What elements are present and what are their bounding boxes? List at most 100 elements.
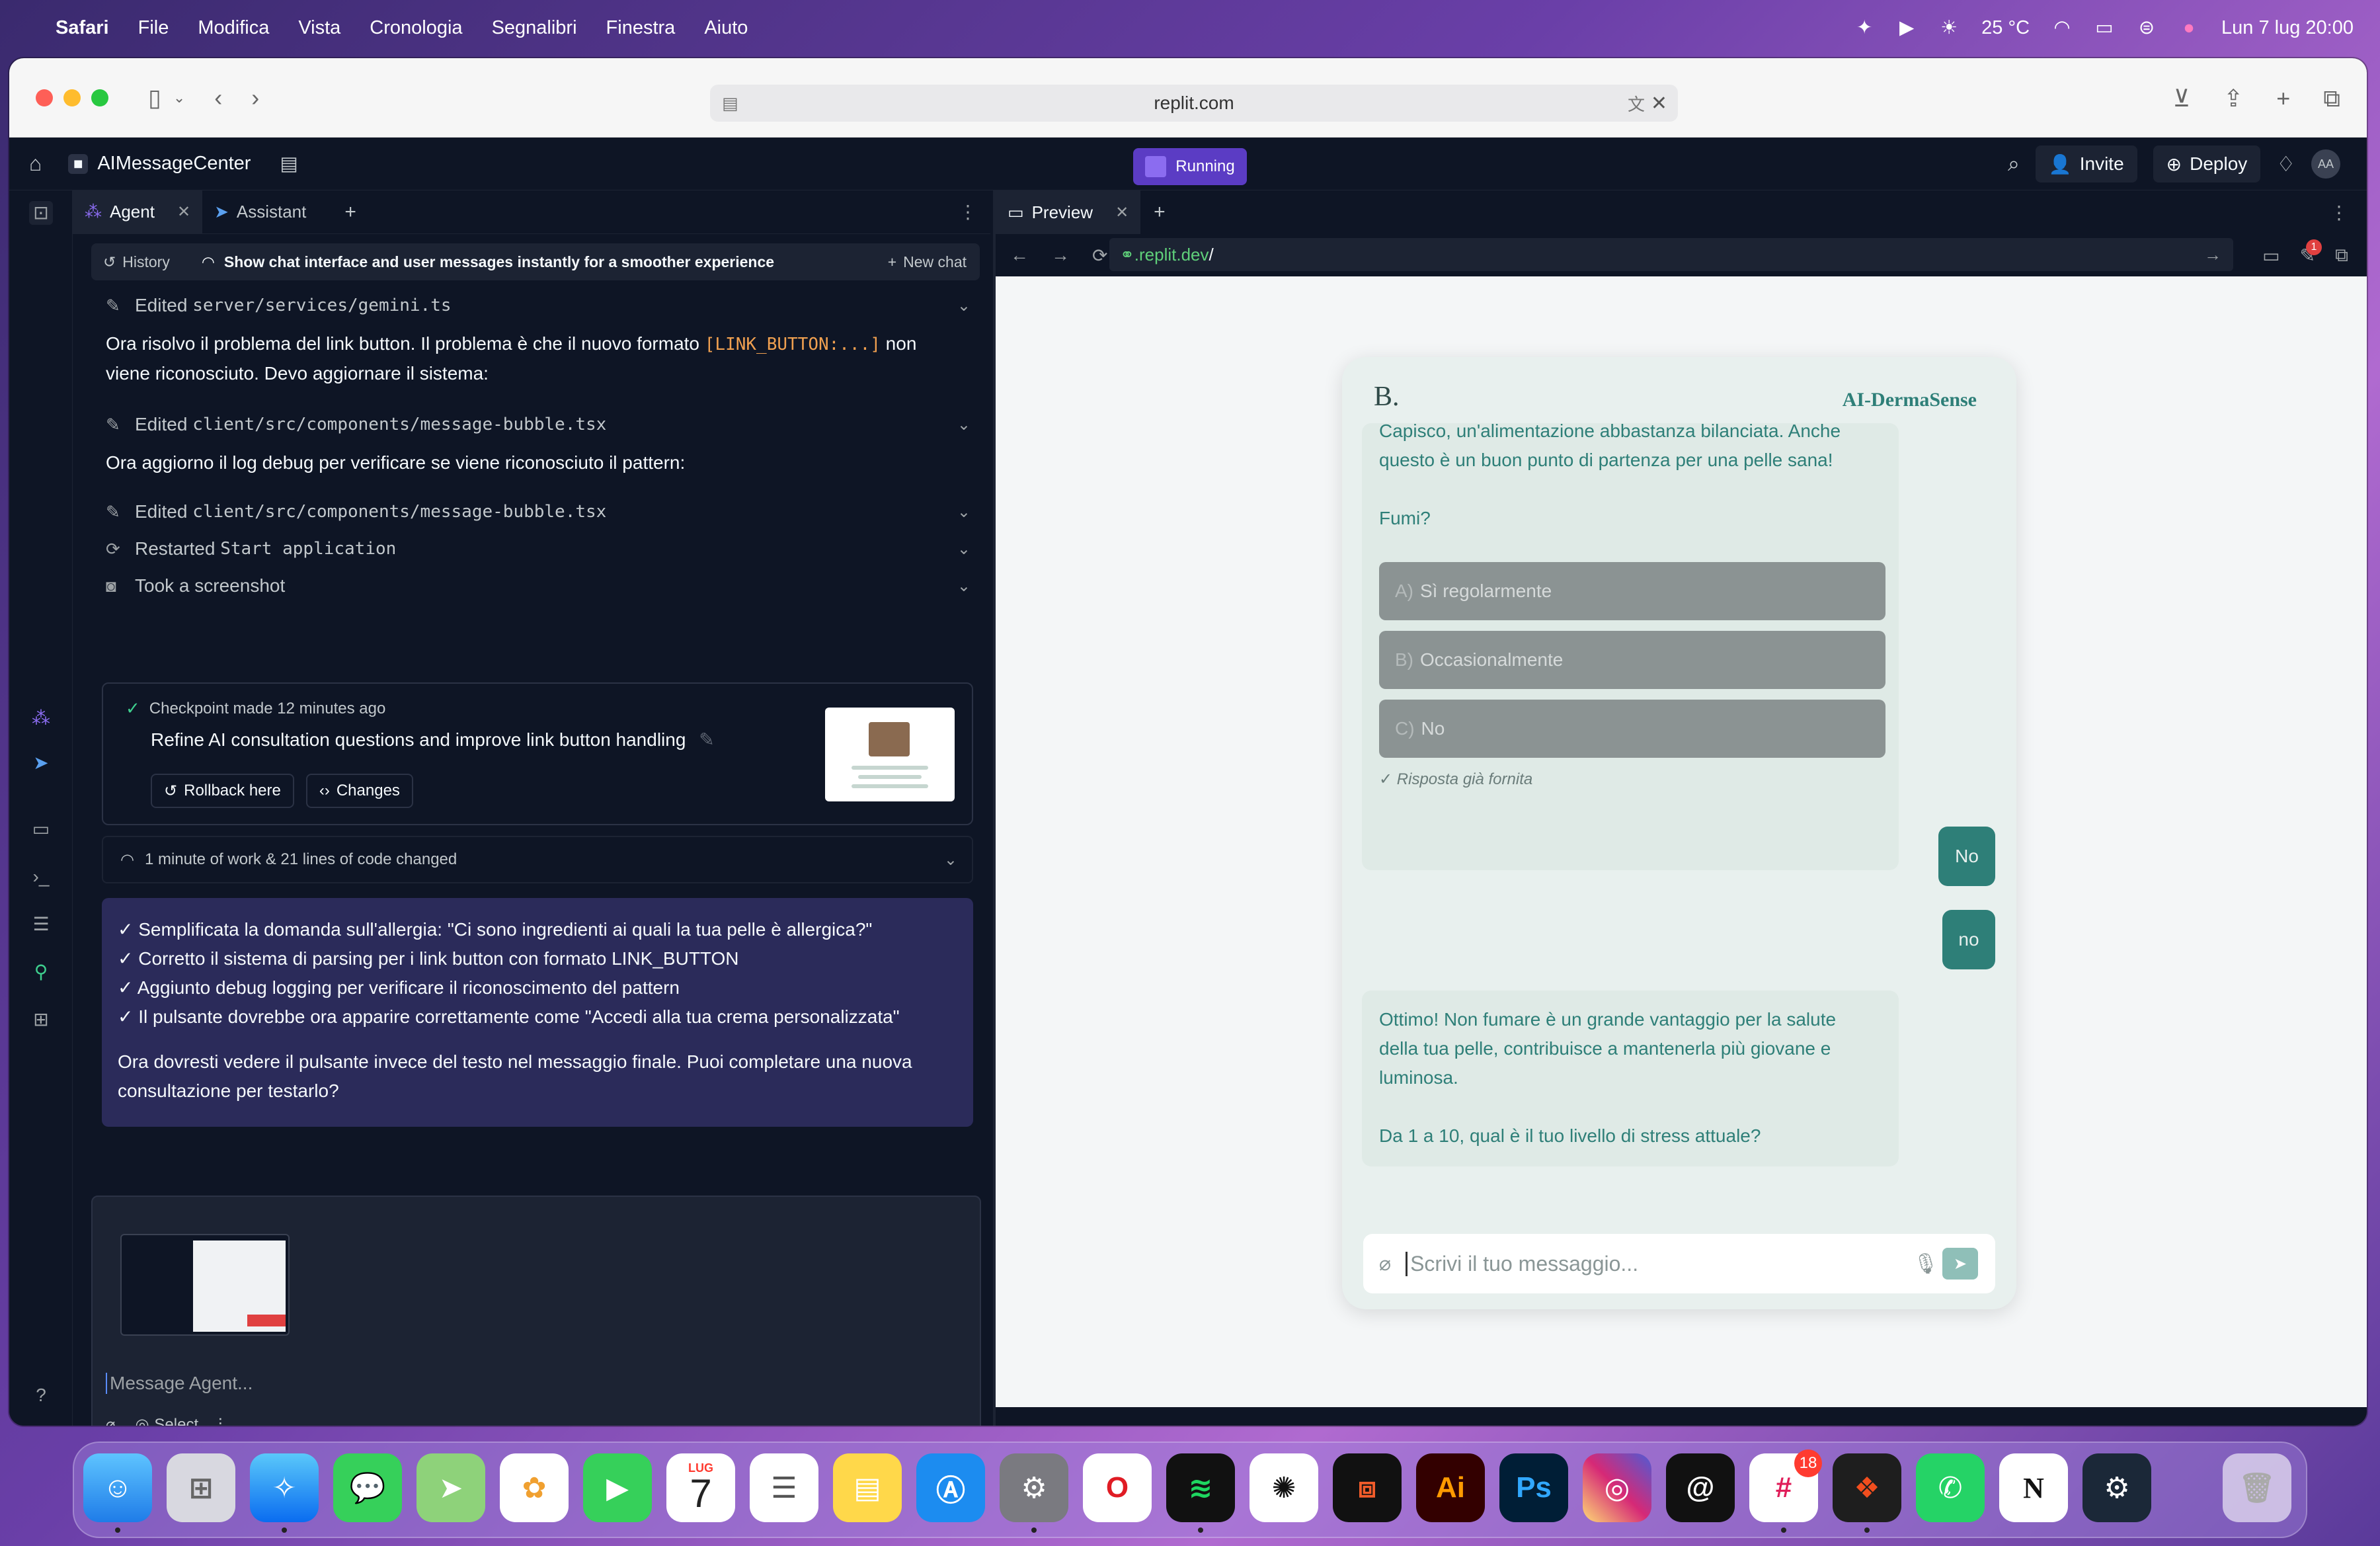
forward-icon[interactable]: → (1051, 245, 1070, 266)
changes-button[interactable]: ‹› Changes (305, 774, 413, 808)
agent-icon[interactable]: ⁂ (29, 706, 53, 730)
facetime-icon[interactable]: ▶ (583, 1453, 652, 1522)
secrets-icon[interactable]: ⚲ (29, 960, 53, 984)
go-arrow-icon[interactable]: → (2204, 245, 2221, 265)
reload-icon[interactable]: ⟳ (1092, 245, 1107, 266)
all-tools-icon[interactable]: ⊞ (29, 1008, 53, 1032)
app-store-icon[interactable]: Ⓐ (916, 1453, 985, 1522)
close-tab-icon[interactable]: ✕ (1115, 203, 1129, 222)
close-window-button[interactable] (36, 89, 53, 106)
project-selector[interactable]: ◼ AIMessageCenter ▤ (68, 152, 298, 175)
menu-aiuto[interactable]: Aiuto (704, 17, 748, 39)
paperclip-icon[interactable]: ⌀ (106, 1415, 115, 1426)
message-input[interactable]: Message Agent... (106, 1373, 253, 1394)
deploy-button[interactable]: ⊕ Deploy (2153, 145, 2261, 183)
photos-icon[interactable]: ✿ (500, 1453, 569, 1522)
tab-overview-icon[interactable]: ⧉ (2323, 85, 2340, 113)
spotify-icon[interactable]: ≋ (1166, 1453, 1235, 1522)
download-icon[interactable]: ⊻ (2173, 85, 2190, 113)
terminal-icon[interactable]: ›_ (29, 865, 53, 889)
answer-option[interactable]: C) No (1379, 700, 1885, 758)
menu-segnalibri[interactable]: Segnalibri (492, 17, 577, 39)
menu-file[interactable]: File (138, 17, 169, 39)
chevron-down-icon[interactable]: ⌄ (957, 503, 971, 522)
paperclip-icon[interactable]: ⌀ (1379, 1252, 1391, 1276)
bell-icon[interactable]: ♢ (2276, 151, 2295, 177)
device-icon[interactable]: ▭ (2262, 245, 2280, 266)
attached-screenshot[interactable] (120, 1234, 290, 1336)
checkpoint-screenshot-thumbnail[interactable] (825, 708, 955, 801)
weather-text[interactable]: 25 °C (1981, 17, 2030, 39)
illustrator-icon[interactable]: Ai (1416, 1453, 1485, 1522)
microphone-icon[interactable]: 🎙 (1913, 1252, 1938, 1276)
assistant-icon[interactable]: ➤ (29, 751, 53, 775)
edit-pencil-icon[interactable]: ✎ (699, 729, 714, 750)
more-options-icon[interactable]: ⋮ (2330, 202, 2348, 224)
more-options-icon[interactable]: ⋮ (959, 201, 977, 223)
battery-icon[interactable]: ▭ (2094, 18, 2114, 38)
chevron-down-icon[interactable]: ⌄ (944, 850, 957, 870)
siri-icon[interactable]: ● (2179, 18, 2199, 38)
launchpad-icon[interactable]: ⊞ (167, 1453, 235, 1522)
slack-icon[interactable]: #18 (1749, 1449, 1822, 1522)
new-chat-button[interactable]: + New chat (888, 253, 967, 271)
back-icon[interactable]: ‹ (214, 84, 222, 112)
threads-icon[interactable]: @ (1666, 1453, 1735, 1522)
home-icon[interactable]: ⌂ (29, 151, 42, 176)
menu-app-name[interactable]: Safari (56, 17, 109, 39)
chevron-down-icon[interactable]: ⌄ (957, 540, 971, 559)
translate-icon[interactable]: 文 (1628, 91, 1645, 116)
chevron-down-icon[interactable]: ⌄ (173, 89, 185, 106)
opera-icon[interactable]: O (1083, 1453, 1152, 1522)
finder-icon[interactable]: ☺ (83, 1453, 152, 1522)
messages-icon[interactable]: 💬 (333, 1453, 402, 1522)
replit-desktop-icon[interactable]: ⧈ (1333, 1453, 1402, 1522)
clear-url-icon[interactable]: ✕ (1651, 92, 1667, 115)
open-external-icon[interactable]: ⧉ (2335, 245, 2348, 266)
play-circle-icon[interactable]: ▶ (1897, 18, 1917, 38)
wifi-icon[interactable]: ◠ (2052, 18, 2072, 38)
preview-monitor-icon[interactable]: ▭ (29, 817, 53, 841)
chevron-down-icon[interactable]: ⌄ (957, 577, 971, 596)
devtools-icon[interactable]: ✎ 1 (2300, 239, 2322, 266)
close-tab-icon[interactable]: ✕ (177, 202, 190, 222)
menu-modifica[interactable]: Modifica (198, 17, 269, 39)
forward-icon[interactable]: › (251, 84, 259, 112)
trash-icon[interactable]: 🗑 (2223, 1453, 2291, 1522)
answer-option[interactable]: B) Occasionalmente (1379, 631, 1885, 689)
control-center-icon[interactable]: ⊜ (2137, 18, 2157, 38)
tab-agent[interactable]: ⁂ Agent ✕ (73, 190, 203, 234)
system-settings-icon[interactable]: ⚙ (1000, 1453, 1068, 1522)
chevron-down-icon[interactable]: ⌄ (957, 415, 971, 434)
maps-icon[interactable]: ➤ (416, 1453, 485, 1522)
steam-icon[interactable]: ⚙ (2082, 1453, 2151, 1522)
project-files-icon[interactable]: ▤ (280, 152, 298, 175)
log-item-edit-1[interactable]: ✎ Edited server/services/gemini.ts ⌄ (106, 291, 977, 320)
add-tab-icon[interactable]: + (344, 201, 356, 224)
database-icon[interactable]: ☰ (29, 913, 53, 936)
new-tab-icon[interactable]: + (2276, 85, 2290, 113)
sliders-icon[interactable]: ⫶ (218, 1416, 222, 1426)
photoshop-icon[interactable]: Ps (1499, 1453, 1568, 1522)
avatar[interactable]: AA (2311, 149, 2340, 179)
chatgpt-icon[interactable]: ✺ (1250, 1453, 1318, 1522)
preview-url-field[interactable]: ⚭ .replit.dev / → (1109, 238, 2233, 271)
address-bar[interactable]: ▤ replit.com 文 ✕ (710, 85, 1678, 122)
chat-message-input[interactable]: Scrivi il tuo messaggio... (1406, 1251, 1638, 1276)
log-item-restart[interactable]: ⟳ Restarted Start application ⌄ (106, 534, 977, 563)
select-element-button[interactable]: ◎ Select (135, 1415, 198, 1426)
notes-icon[interactable]: ▤ (833, 1453, 902, 1522)
log-item-edit-3[interactable]: ✎ Edited client/src/components/message-b… (106, 497, 977, 526)
tab-preview[interactable]: ▭ Preview ✕ (996, 190, 1141, 234)
safari-icon[interactable]: ✧ (250, 1453, 319, 1522)
sidebar-toggle-icon[interactable]: ▯ (148, 84, 161, 112)
file-tree-icon[interactable]: ⊡ (29, 201, 53, 225)
chat-send-button[interactable]: ➤ (1942, 1248, 1978, 1280)
run-status-button[interactable]: Running (1133, 148, 1247, 185)
page-settings-icon[interactable]: ▤ (722, 93, 738, 114)
whatsapp-icon[interactable]: ✆ (1916, 1453, 1985, 1522)
back-icon[interactable]: ← (1010, 245, 1029, 266)
minimize-window-button[interactable] (63, 89, 81, 106)
history-button[interactable]: ↺ History (103, 253, 170, 271)
log-item-screenshot[interactable]: ◙ Took a screenshot ⌄ (106, 571, 977, 600)
